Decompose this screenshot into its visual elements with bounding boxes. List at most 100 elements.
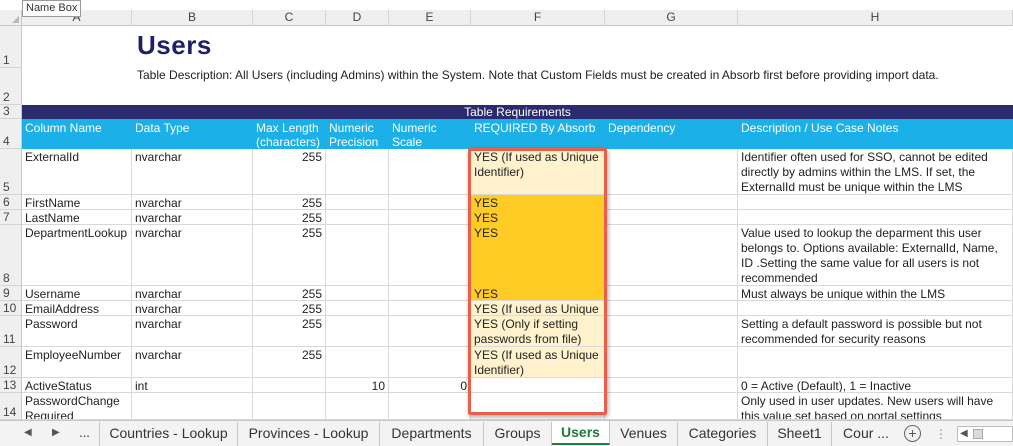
cell-data-type[interactable]: nvarchar [132,301,253,316]
cell-data-type[interactable]: nvarchar [132,286,253,301]
cell-scale[interactable] [389,316,471,347]
tab-categories[interactable]: Categories [678,422,768,446]
row-header[interactable]: 12 [0,347,22,378]
cell-max-length[interactable]: 255 [253,316,326,347]
cell-max-length[interactable]: 255 [253,225,326,286]
cell-precision[interactable]: 10 [326,378,389,393]
cell-precision[interactable] [326,347,389,378]
col-header-e[interactable]: E [389,10,471,26]
header-numeric-precision[interactable]: Numeric Precision [326,119,389,149]
tab-countries-lookup[interactable]: Countries - Lookup [100,422,238,446]
cell-precision[interactable] [326,301,389,316]
cell-scale[interactable] [389,347,471,378]
cell-dependency[interactable] [605,347,738,378]
cell-column-name[interactable]: Username [22,286,132,301]
cell-description[interactable]: 0 = Active (Default), 1 = Inactive [738,378,1013,393]
cell-column-name[interactable]: PasswordChange Required [22,393,132,420]
cell-max-length[interactable]: 255 [253,301,326,316]
cell-dependency[interactable] [605,378,738,393]
horizontal-scrollbar[interactable]: ◀ [957,426,1013,442]
scroll-thumb[interactable] [973,429,983,439]
cell-max-length[interactable] [253,378,326,393]
cell-max-length[interactable]: 255 [253,195,326,210]
col-header-b[interactable]: B [132,10,253,26]
header-max-length[interactable]: Max Length (characters) [253,119,326,149]
cell-max-length[interactable]: 255 [253,347,326,378]
select-all-corner[interactable] [0,10,22,26]
row-header[interactable]: 3 [0,104,22,119]
cell-scale[interactable] [389,149,471,195]
cell-dependency[interactable] [605,195,738,210]
tab-groups[interactable]: Groups [484,422,552,446]
cell-required[interactable]: YES [471,225,605,286]
cell-column-name[interactable]: ActiveStatus [22,378,132,393]
row-header[interactable]: 2 [0,68,22,105]
cell-data-type[interactable]: nvarchar [132,195,253,210]
cell-required[interactable]: YES (If used as Unique Identifier) [471,149,605,195]
cell-column-name[interactable]: Password [22,316,132,347]
cell-data-type[interactable]: nvarchar [132,225,253,286]
row-header[interactable]: 9 [0,286,22,301]
cell-scale[interactable] [389,225,471,286]
cell-required[interactable] [471,378,605,393]
col-header-f[interactable]: F [471,10,605,26]
cell-dependency[interactable] [605,301,738,316]
cell-required[interactable]: YES [471,195,605,210]
cell-description[interactable] [738,210,1013,225]
tab-provinces-lookup[interactable]: Provinces - Lookup [238,422,380,446]
cell-data-type[interactable]: nvarchar [132,149,253,195]
cell-scale[interactable] [389,210,471,225]
scroll-left-icon[interactable]: ◀ [960,427,968,441]
cell-scale[interactable] [389,195,471,210]
cell-dependency[interactable] [605,316,738,347]
add-sheet-button[interactable]: + [904,425,921,442]
cell-description[interactable] [738,195,1013,210]
cell-max-length[interactable] [253,393,326,420]
cell-description[interactable]: Value used to lookup the deparment this … [738,225,1013,286]
name-box[interactable]: Name Box [22,0,81,17]
header-description[interactable]: Description / Use Case Notes [738,119,1013,149]
cell-description[interactable]: Must always be unique within the LMS [738,286,1013,301]
cell-column-name[interactable]: EmployeeNumber [22,347,132,378]
next-sheet-icon[interactable]: ▶ [52,427,60,438]
cell-precision[interactable] [326,393,389,420]
cell-required[interactable]: YES [471,286,605,301]
col-header-g[interactable]: G [605,10,738,26]
header-column-name[interactable]: Column Name [22,119,132,149]
tab-sheet1[interactable]: Sheet1 [768,422,832,446]
cell-scale[interactable] [389,301,471,316]
tab-departments[interactable]: Departments [380,422,484,446]
cell-required[interactable]: YES (If used as Unique Identifier) [471,347,605,378]
header-dependency[interactable]: Dependency [605,119,738,149]
col-header-h[interactable]: H [738,10,1013,26]
cell-description[interactable] [738,301,1013,316]
cell-precision[interactable] [326,225,389,286]
cell-scale[interactable]: 0 [389,378,471,393]
tab-users[interactable]: Users [552,421,610,445]
row-header[interactable]: 10 [0,301,22,316]
col-header-c[interactable]: C [253,10,326,26]
cell-precision[interactable] [326,210,389,225]
header-required[interactable]: REQUIRED By Absorb [471,119,605,149]
cell-column-name[interactable]: EmailAddress [22,301,132,316]
tab-splitter-icon[interactable]: ⋮ [935,427,947,441]
cell-dependency[interactable] [605,393,738,420]
row-header[interactable]: 5 [0,149,22,195]
row-header[interactable]: 13 [0,378,22,393]
cell-description[interactable]: Setting a default password is possible b… [738,316,1013,347]
cell-max-length[interactable]: 255 [253,149,326,195]
header-data-type[interactable]: Data Type [132,119,253,149]
cell-description[interactable]: Only used in user updates. New users wil… [738,393,1013,420]
cell-required[interactable]: YES [471,210,605,225]
cell-column-name[interactable]: ExternalId [22,149,132,195]
cell-column-name[interactable]: DepartmentLookup [22,225,132,286]
cell-precision[interactable] [326,195,389,210]
prev-sheet-icon[interactable]: ◀ [24,427,32,438]
cell-dependency[interactable] [605,149,738,195]
row-header[interactable]: 6 [0,195,22,210]
cell-dependency[interactable] [605,210,738,225]
row-header[interactable]: 8 [0,225,22,286]
col-header-d[interactable]: D [326,10,389,26]
cell-precision[interactable] [326,149,389,195]
cell-precision[interactable] [326,286,389,301]
